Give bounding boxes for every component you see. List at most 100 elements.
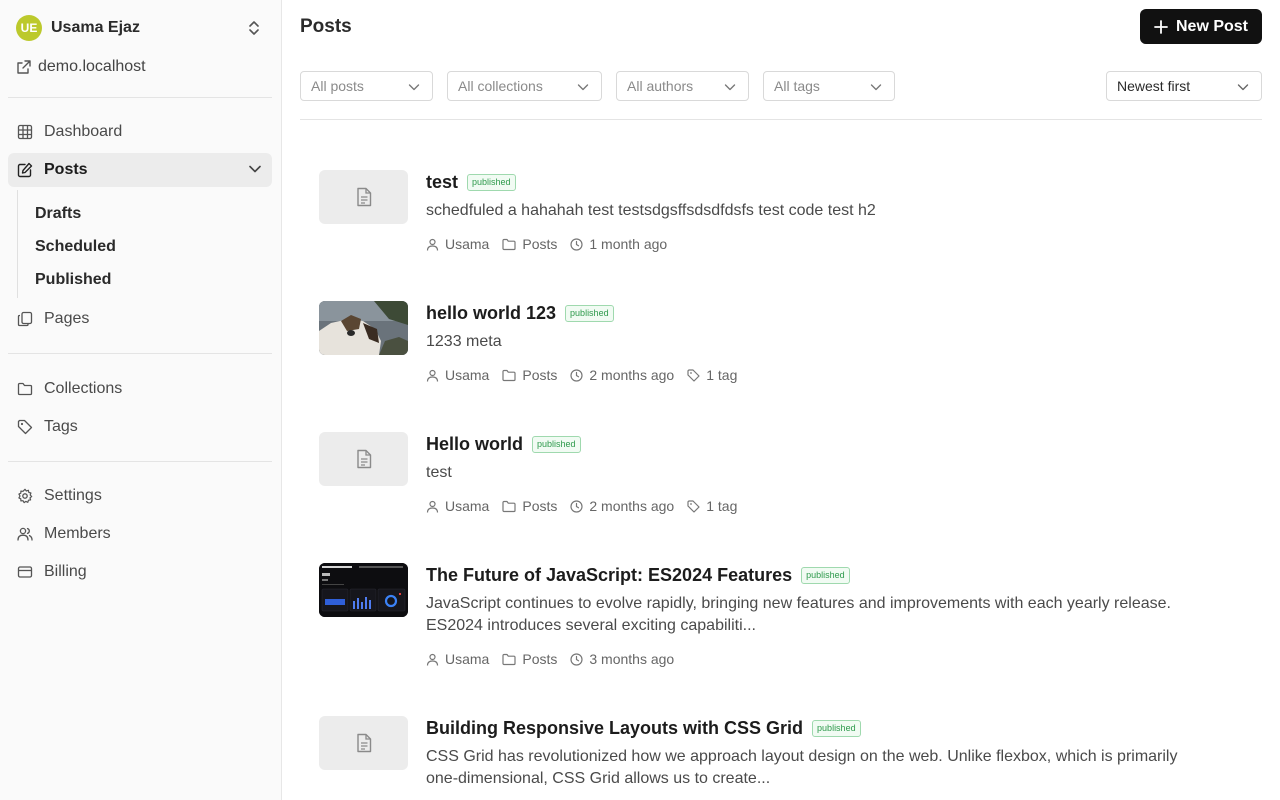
author-filter-value: All authors <box>627 78 694 94</box>
status-badge: published <box>532 435 581 453</box>
tag-icon <box>687 499 700 513</box>
post-title[interactable]: Hello world <box>426 434 523 455</box>
sidebar-item-label: Members <box>44 525 111 542</box>
post-time: 2 months ago <box>589 498 675 514</box>
chevron-down-icon <box>248 162 262 176</box>
clock-icon <box>570 499 583 513</box>
sort-select[interactable]: Newest first <box>1106 71 1262 101</box>
post-excerpt: JavaScript continues to evolve rapidly, … <box>426 595 1171 634</box>
sidebar-item-billing[interactable]: Billing <box>8 555 272 589</box>
post-author: Usama <box>445 236 490 252</box>
users-icon <box>16 525 34 543</box>
sidebar-item-label: Posts <box>44 161 88 178</box>
account-name: Usama Ejaz <box>51 19 140 36</box>
sidebar-item-settings[interactable]: Settings <box>8 479 272 513</box>
tag-filter-value: All tags <box>774 78 820 94</box>
sidebar-item-label: Collections <box>44 380 123 397</box>
collection-filter-select[interactable]: All collections <box>447 71 602 101</box>
post-thumbnail-placeholder <box>319 716 408 770</box>
post-thumbnail-placeholder <box>319 432 408 486</box>
new-post-button[interactable]: New Post <box>1140 9 1262 44</box>
tag-filter-select[interactable]: All tags <box>763 71 895 101</box>
post-meta: Usama Posts 2 months ago 1 tag <box>426 498 750 514</box>
file-text-icon <box>355 187 373 207</box>
sidebar-subitem-published[interactable]: Published <box>35 271 111 289</box>
status-badge: published <box>801 566 850 584</box>
author-filter-select[interactable]: All authors <box>616 71 749 101</box>
post-tags: 1 tag <box>706 367 738 383</box>
sidebar-item-label: Billing <box>44 563 87 580</box>
sidebar-item-dashboard[interactable]: Dashboard <box>8 115 272 149</box>
chevrons-up-down-icon <box>248 20 260 36</box>
folder-icon <box>16 380 34 398</box>
file-text-icon <box>355 733 373 753</box>
sidebar-item-collections[interactable]: Collections <box>8 372 272 406</box>
status-badge: published <box>812 719 861 737</box>
post-title[interactable]: Building Responsive Layouts with CSS Gri… <box>426 718 803 739</box>
post-title[interactable]: test <box>426 172 458 193</box>
post-excerpt: CSS Grid has revolutionized how we appro… <box>426 748 1178 787</box>
post-time: 3 months ago <box>589 651 675 667</box>
user-icon <box>426 500 439 513</box>
post-meta: Usama Posts 2 months ago 1 tag <box>426 367 750 383</box>
site-domain: demo.localhost <box>38 58 146 75</box>
post-author: Usama <box>445 367 490 383</box>
post-title[interactable]: hello world 123 <box>426 303 556 324</box>
sidebar-divider <box>8 97 272 98</box>
post-excerpt: 1233 meta <box>426 333 502 350</box>
sidebar-item-label: Tags <box>44 418 78 435</box>
chevron-down-icon <box>1237 82 1249 92</box>
avatar: UE <box>16 15 42 41</box>
post-meta: Usama Posts 3 months ago <box>426 651 687 667</box>
post-collection: Posts <box>522 367 558 383</box>
post-title[interactable]: The Future of JavaScript: ES2024 Feature… <box>426 565 792 586</box>
gear-icon <box>16 487 34 505</box>
clock-icon <box>570 237 583 251</box>
file-text-icon <box>355 449 373 469</box>
submenu-guide-line <box>17 190 18 298</box>
sidebar-subitem-scheduled[interactable]: Scheduled <box>35 238 116 256</box>
site-link[interactable]: demo.localhost <box>16 58 146 76</box>
sidebar-subitem-drafts[interactable]: Drafts <box>35 205 81 223</box>
clock-icon <box>570 368 583 382</box>
status-badge: published <box>467 173 516 191</box>
sidebar-item-members[interactable]: Members <box>8 517 272 551</box>
tag-icon <box>687 368 700 382</box>
page-title: Posts <box>300 16 352 37</box>
post-thumbnail-placeholder <box>319 170 408 224</box>
sort-value: Newest first <box>1117 78 1191 94</box>
status-filter-value: All posts <box>311 78 364 94</box>
filter-divider <box>300 119 1262 120</box>
sidebar: UE Usama Ejaz demo.localhost Dashboard P… <box>0 0 282 800</box>
sidebar-divider <box>8 353 272 354</box>
post-thumbnail-dashboard-screenshot <box>319 563 408 617</box>
post-collection: Posts <box>522 498 558 514</box>
credit-card-icon <box>16 563 34 581</box>
chevron-down-icon <box>577 82 589 92</box>
plus-icon <box>1154 19 1168 34</box>
sidebar-item-posts[interactable]: Posts <box>8 153 272 187</box>
tag-icon <box>16 418 34 436</box>
status-filter-select[interactable]: All posts <box>300 71 433 101</box>
post-time: 1 month ago <box>589 236 668 252</box>
post-excerpt: test <box>426 464 452 481</box>
external-link-icon <box>16 59 32 75</box>
collection-filter-value: All collections <box>458 78 543 94</box>
sidebar-item-label: Settings <box>44 487 102 504</box>
post-thumbnail-cat-photo <box>319 301 408 355</box>
sidebar-item-label: Pages <box>44 310 90 327</box>
post-time: 2 months ago <box>589 367 675 383</box>
grid-icon <box>16 123 34 141</box>
user-icon <box>426 238 439 251</box>
user-icon <box>426 369 439 382</box>
post-author: Usama <box>445 498 490 514</box>
user-icon <box>426 653 439 666</box>
edit-icon <box>16 161 34 179</box>
post-meta: Usama Posts 1 month ago <box>426 236 680 252</box>
folder-icon <box>502 653 516 666</box>
post-author: Usama <box>445 651 490 667</box>
sidebar-item-tags[interactable]: Tags <box>8 410 272 444</box>
post-excerpt: schedfuled a hahahah test testsdgsffsdsd… <box>426 202 876 219</box>
sidebar-item-pages[interactable]: Pages <box>8 302 272 336</box>
account-switcher[interactable]: UE Usama Ejaz <box>16 14 268 42</box>
